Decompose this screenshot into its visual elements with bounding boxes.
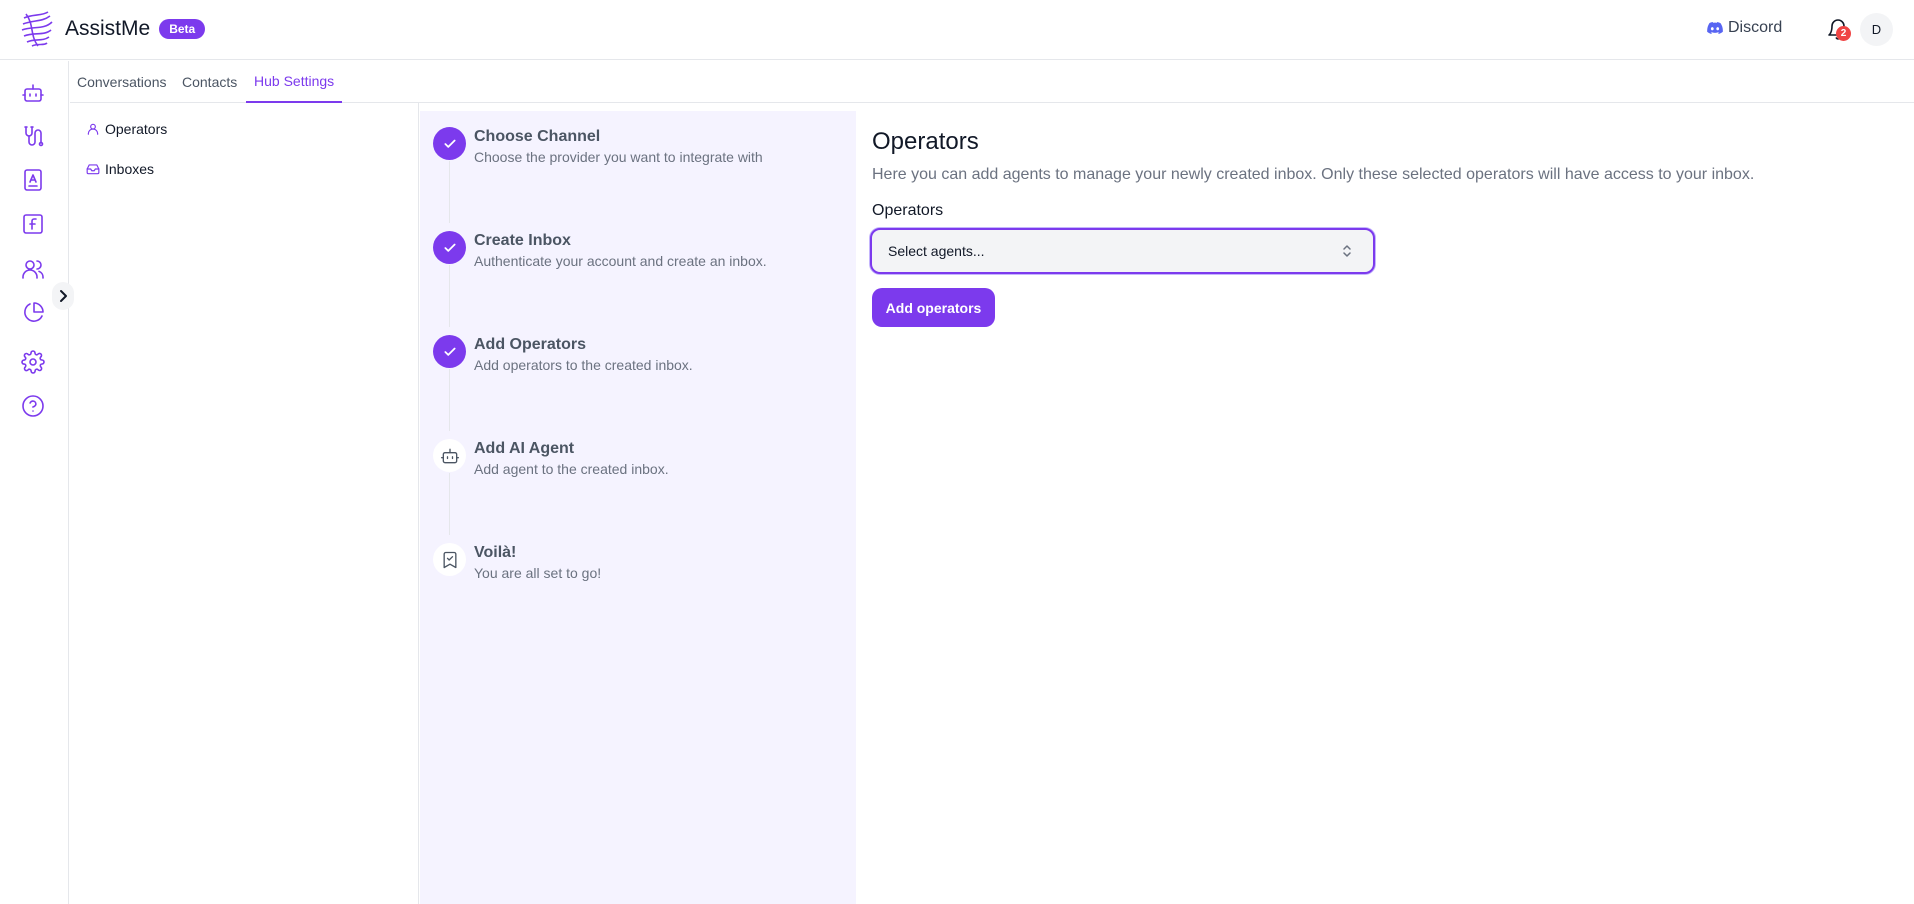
- step-description: Add agent to the created inbox.: [474, 461, 669, 477]
- discord-link[interactable]: Discord: [1707, 19, 1782, 37]
- app-name: AssistMe: [65, 17, 151, 40]
- step-add-ai-agent: Add AI Agent Add agent to the created in…: [433, 439, 853, 499]
- chevrons-up-down-icon: [1343, 245, 1351, 257]
- top-header: AssistMe Beta Discord 2 D: [0, 0, 1914, 60]
- step-description: You are all set to go!: [474, 565, 602, 581]
- step-status: [433, 127, 466, 160]
- settings-subnav: Operators Inboxes: [70, 103, 419, 904]
- step-title: Create Inbox: [474, 232, 571, 249]
- subnav-item-inboxes[interactable]: Inboxes: [86, 161, 154, 177]
- check-icon: [443, 139, 456, 148]
- subnav-item-operators[interactable]: Operators: [86, 121, 167, 137]
- step-status: [433, 439, 466, 472]
- discord-label: Discord: [1728, 19, 1783, 36]
- page-description: Here you can add agents to manage your n…: [872, 166, 1755, 183]
- pie-chart-icon[interactable]: [21, 301, 45, 325]
- step-description: Add operators to the created inbox.: [474, 357, 693, 373]
- subnav-item-label: Operators: [105, 121, 168, 137]
- bot-icon: [440, 448, 459, 463]
- step-description: Choose the provider you want to integrat…: [474, 149, 763, 165]
- step-status: [433, 543, 466, 576]
- chevron-right-icon: [60, 290, 67, 302]
- check-icon: [443, 347, 456, 356]
- icon-rail: [0, 61, 69, 904]
- logo-icon: [21, 11, 53, 47]
- users-icon[interactable]: [21, 257, 45, 281]
- add-operators-button[interactable]: Add operators: [872, 288, 995, 327]
- agents-select-placeholder: Select agents...: [888, 243, 985, 259]
- page-title: Operators: [872, 128, 979, 155]
- workflow-icon[interactable]: [21, 124, 45, 148]
- step-status: [433, 231, 466, 264]
- operators-panel: Operators Here you can add agents to man…: [870, 128, 1754, 327]
- step-create-inbox: Create Inbox Authenticate your account a…: [433, 231, 853, 291]
- gear-icon[interactable]: [21, 350, 45, 374]
- help-icon[interactable]: [21, 394, 45, 418]
- setup-stepper: Choose Channel Choose the provider you w…: [420, 111, 856, 904]
- discord-icon: [1707, 21, 1723, 34]
- step-title: Add Operators: [474, 336, 587, 353]
- notification-badge: 2: [1836, 26, 1851, 41]
- user-icon: [87, 123, 99, 135]
- bot-icon[interactable]: [21, 81, 45, 105]
- function-icon[interactable]: [21, 212, 45, 236]
- brand[interactable]: AssistMe Beta: [20, 10, 206, 48]
- operators-field-label: Operators: [872, 202, 944, 219]
- step-title: Add AI Agent: [474, 440, 575, 457]
- tab-conversations[interactable]: Conversations: [77, 61, 167, 103]
- step-add-operators: Add Operators Add operators to the creat…: [433, 335, 853, 395]
- step-title: Voilà!: [474, 544, 517, 561]
- sidebar-expand-button[interactable]: [52, 282, 74, 310]
- bookmark-check-icon: [443, 551, 456, 568]
- subnav-item-label: Inboxes: [105, 161, 155, 177]
- avatar[interactable]: D: [1860, 13, 1893, 46]
- contacts-book-icon[interactable]: [21, 168, 45, 192]
- step-voila: Voilà! You are all set to go!: [433, 543, 853, 603]
- inbox-icon: [86, 164, 100, 175]
- step-status: [433, 335, 466, 368]
- step-description: Authenticate your account and create an …: [474, 253, 767, 269]
- beta-badge: Beta: [159, 19, 206, 39]
- step-title: Choose Channel: [474, 128, 601, 145]
- check-icon: [443, 243, 456, 252]
- tab-hub-settings[interactable]: Hub Settings: [246, 61, 343, 103]
- agents-select[interactable]: Select agents...: [870, 228, 1375, 274]
- top-tabs: Conversations Contacts Hub Settings: [70, 61, 1914, 103]
- step-choose-channel: Choose Channel Choose the provider you w…: [433, 127, 853, 187]
- tab-contacts[interactable]: Contacts: [182, 61, 237, 103]
